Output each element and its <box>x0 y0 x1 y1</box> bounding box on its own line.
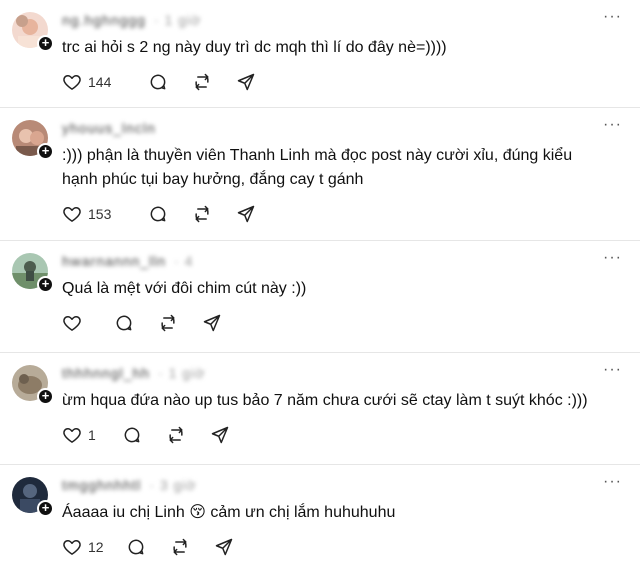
repost-button[interactable] <box>192 72 212 92</box>
follow-plus-icon[interactable]: + <box>37 500 54 517</box>
timestamp: · 1 giờ <box>153 12 202 28</box>
repost-button[interactable] <box>192 204 212 224</box>
more-options-icon[interactable]: ··· <box>603 8 622 26</box>
avatar[interactable]: + <box>12 120 54 160</box>
timestamp: · 3 giờ <box>149 477 197 493</box>
timestamp: · 1 giờ <box>158 365 206 381</box>
follow-plus-icon[interactable]: + <box>37 276 54 293</box>
reply-post: + ··· tmgghnhhtl · 3 giờ Áaaaa iu chị Li… <box>0 465 640 571</box>
username-row: yhouus_lncln <box>62 118 626 138</box>
more-options-icon[interactable]: ··· <box>603 473 622 491</box>
username[interactable]: thhhnngl_hh <box>62 365 150 381</box>
reply-button[interactable] <box>148 72 168 92</box>
reply-post: + ··· thhhnngl_hh · 1 giờ ừm hqua đứa nà… <box>0 353 640 465</box>
send-icon <box>237 205 255 223</box>
repost-button[interactable] <box>158 313 178 333</box>
reply-text: trc ai hỏi s 2 ng này duy trì dc mqh thì… <box>62 39 447 56</box>
like-button[interactable]: 1 <box>62 425 96 445</box>
share-button[interactable] <box>236 204 256 224</box>
like-count: 153 <box>88 206 112 222</box>
reply-text: Áaaaa iu chị Linh 😚 cảm ưn chị lắm huhuh… <box>62 504 396 521</box>
heart-icon <box>63 428 81 443</box>
username-row: tmgghnhhtl · 3 giờ <box>62 475 626 495</box>
like-button[interactable]: 144 <box>62 72 124 92</box>
reply-feed: + ··· ng.hghnggg · 1 giờ trc ai hỏi s 2 … <box>0 0 640 571</box>
reply-text: :))) phận là thuyền viên Thanh Linh mà đ… <box>62 147 573 188</box>
comment-icon <box>116 315 132 331</box>
send-icon <box>215 538 232 556</box>
avatar[interactable]: + <box>12 253 54 293</box>
share-button[interactable] <box>202 313 222 333</box>
reply-post: + ··· hwarnannn_lln · 4 Quá là mệt với đ… <box>0 241 640 353</box>
username[interactable]: tmgghnhhtl <box>62 477 141 493</box>
follow-plus-icon[interactable]: + <box>37 388 54 405</box>
username-row: hwarnannn_lln · 4 <box>62 251 626 271</box>
action-bar: 12 <box>62 525 626 569</box>
reply-button[interactable] <box>148 204 168 224</box>
repost-button[interactable] <box>170 537 190 557</box>
heart-icon <box>63 540 81 555</box>
repost-icon <box>172 538 187 556</box>
heart-icon <box>63 75 81 90</box>
like-count: 12 <box>88 539 104 555</box>
like-button[interactable]: 153 <box>62 204 124 224</box>
send-icon <box>237 73 255 91</box>
more-options-icon[interactable]: ··· <box>603 116 622 134</box>
reply-text: Quá là mệt với đôi chim cút này :)) <box>62 280 307 297</box>
avatar[interactable]: + <box>12 477 54 517</box>
repost-icon <box>169 426 183 444</box>
reply-button[interactable] <box>122 425 142 445</box>
like-button[interactable] <box>62 313 88 333</box>
heart-icon <box>63 207 81 222</box>
username[interactable]: hwarnannn_lln <box>62 253 166 269</box>
username[interactable]: ng.hghnggg <box>62 12 146 28</box>
send-icon <box>203 314 221 332</box>
comment-icon <box>128 539 143 555</box>
share-button[interactable] <box>214 537 234 557</box>
like-count: 1 <box>88 427 96 443</box>
avatar[interactable]: + <box>12 12 54 52</box>
reply-button[interactable] <box>114 313 134 333</box>
follow-plus-icon[interactable]: + <box>37 143 54 160</box>
comment-icon <box>124 427 140 443</box>
reply-post: + ··· ng.hghnggg · 1 giờ trc ai hỏi s 2 … <box>0 0 640 108</box>
reply-post: + ··· yhouus_lncln :))) phận là thuyền v… <box>0 108 640 241</box>
more-options-icon[interactable]: ··· <box>603 249 622 267</box>
repost-button[interactable] <box>166 425 186 445</box>
action-bar: 1 <box>62 413 626 457</box>
more-options-icon[interactable]: ··· <box>603 361 622 379</box>
action-bar: 153 <box>62 192 626 236</box>
like-count: 144 <box>88 74 112 90</box>
timestamp: · 4 <box>174 253 194 269</box>
follow-plus-icon[interactable]: + <box>37 35 54 52</box>
repost-icon <box>195 205 209 223</box>
send-icon <box>211 426 229 444</box>
heart-icon <box>63 316 81 331</box>
username-row: ng.hghnggg · 1 giờ <box>62 10 626 30</box>
share-button[interactable] <box>236 72 256 92</box>
action-bar: 144 <box>62 60 626 104</box>
like-button[interactable]: 12 <box>62 537 104 557</box>
share-button[interactable] <box>210 425 230 445</box>
action-bar <box>62 301 626 345</box>
reply-text: ừm hqua đứa nào up tus bảo 7 năm chưa cư… <box>62 392 588 409</box>
repost-icon <box>161 314 175 332</box>
repost-icon <box>195 73 209 91</box>
comment-icon <box>150 206 166 222</box>
comment-icon <box>150 74 166 90</box>
username[interactable]: yhouus_lncln <box>62 120 156 136</box>
reply-button[interactable] <box>126 537 146 557</box>
avatar[interactable]: + <box>12 365 54 405</box>
username-row: thhhnngl_hh · 1 giờ <box>62 363 626 383</box>
